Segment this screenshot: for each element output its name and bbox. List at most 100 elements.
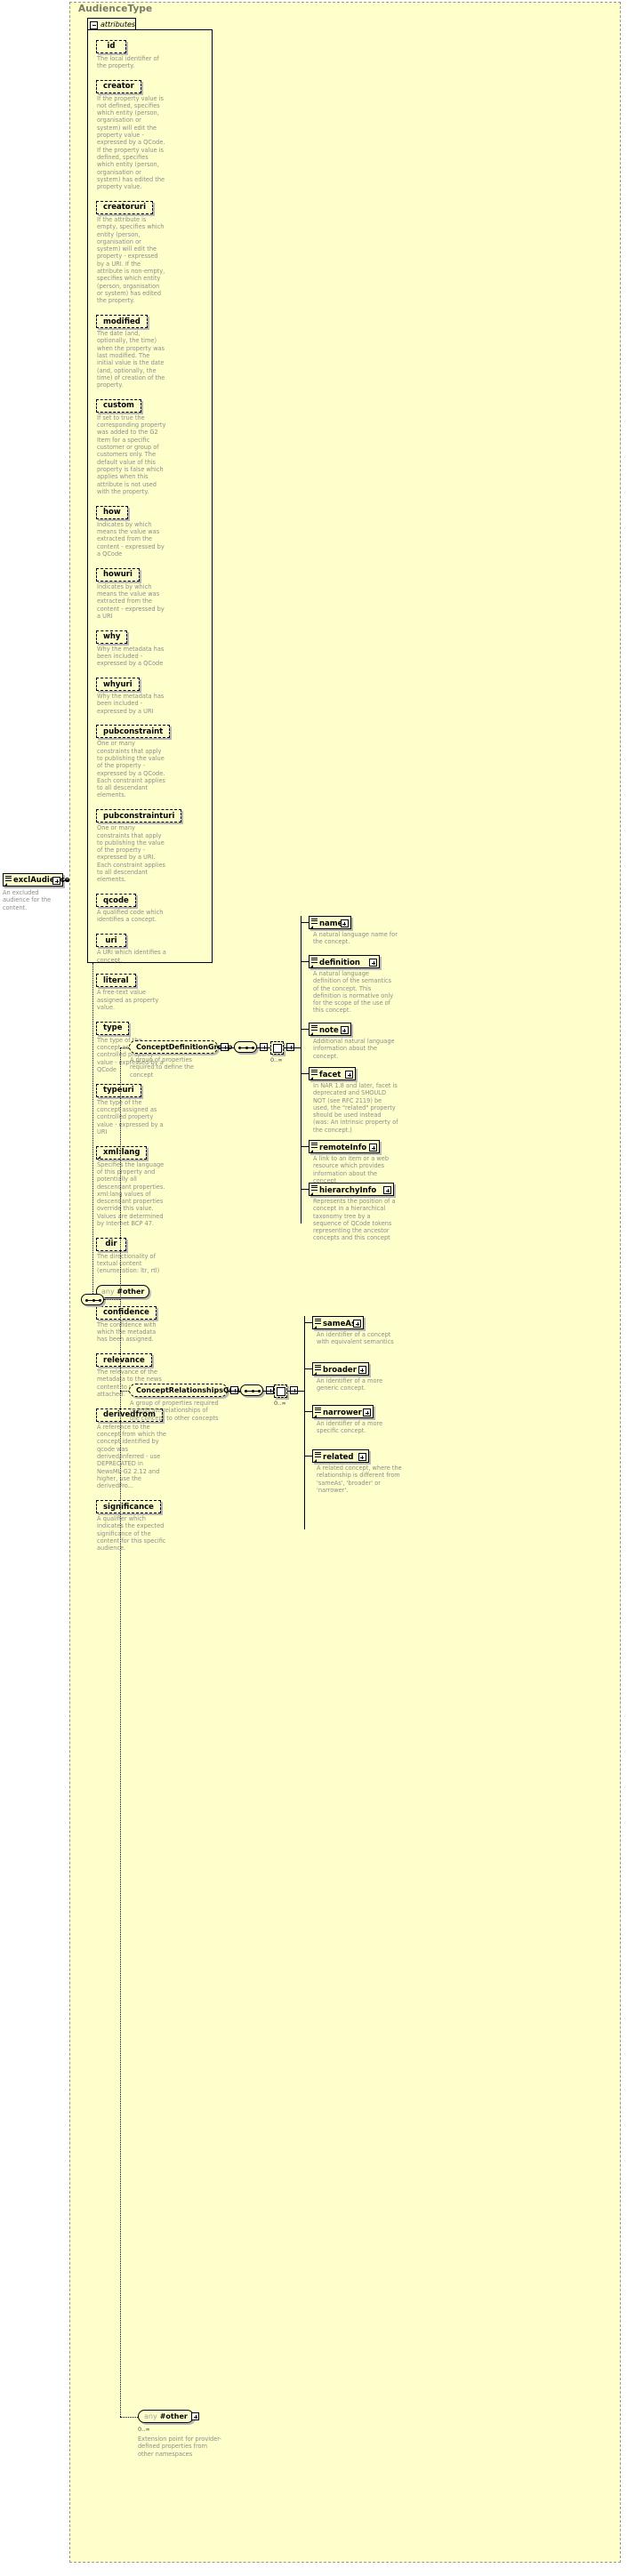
attribute-qcode[interactable]: qcodeA qualified code which identifies a…: [96, 889, 210, 924]
cardinality-any: 0..∞: [138, 2426, 150, 2433]
attribute-chip[interactable]: dir: [96, 1238, 126, 1251]
element-sameAs[interactable]: sameAs: [312, 1316, 364, 1329]
element-note[interactable]: note: [309, 1023, 351, 1036]
element-definition-label: definition: [319, 959, 360, 967]
element-icon: [315, 1319, 321, 1326]
attribute-howuri[interactable]: howuriIndicates by which means the value…: [96, 563, 210, 620]
attribute-chip[interactable]: creatoruri: [96, 201, 153, 214]
sequence-node-crg[interactable]: [240, 1384, 263, 1396]
any-other-extension[interactable]: any #other: [138, 2410, 194, 2423]
attribute-chip[interactable]: type: [96, 1022, 129, 1035]
attribute-chip[interactable]: literal: [96, 974, 136, 987]
attribute-chip[interactable]: modified: [96, 315, 148, 328]
element-definition[interactable]: definition: [309, 955, 380, 968]
collapse-icon[interactable]: [90, 21, 98, 29]
attribute-confidence[interactable]: confidenceThe confidence with which the …: [96, 1301, 210, 1343]
choice-node-crg[interactable]: [274, 1384, 287, 1398]
attribute-chip[interactable]: significance: [96, 1500, 161, 1513]
attributes-body: id The local identifier of the property. c…: [87, 29, 213, 963]
element-icon: [311, 1185, 318, 1192]
element-remoteInfo[interactable]: remoteInfo: [309, 1140, 380, 1153]
sequence-node-main[interactable]: [81, 1294, 104, 1305]
attribute-doc: The date (and, optionally, the time) whe…: [97, 330, 166, 389]
group-ConceptDefinitionGroup[interactable]: ConceptDefinitionGroup: [129, 1040, 218, 1054]
attribute-chip[interactable]: relevance: [96, 1353, 152, 1367]
element-narrower[interactable]: narrower: [312, 1405, 374, 1418]
element-note-doc: Additional natural language information …: [313, 1038, 398, 1060]
element-note-label: note: [319, 1026, 339, 1035]
attribute-chip[interactable]: pubconstraint: [96, 725, 170, 738]
element-broader[interactable]: broader: [312, 1362, 369, 1376]
attribute-doc: If the property value is not defined, sp…: [97, 95, 166, 191]
connector-line: [257, 1047, 270, 1048]
expand-icon[interactable]: [341, 919, 349, 927]
attribute-doc: A URI which identifies a concept.: [97, 949, 166, 964]
attribute-pubconstrainturi[interactable]: pubconstrainturiOne or many constraints …: [96, 805, 210, 884]
expand-icon[interactable]: [191, 2412, 199, 2420]
attribute-chip[interactable]: why: [96, 630, 127, 644]
connector-line: [63, 880, 69, 881]
attribute-why[interactable]: whyWhy the metadata has been included - …: [96, 625, 210, 667]
connector-line: [120, 1047, 129, 1048]
attribute-chip[interactable]: howuri: [96, 568, 140, 582]
attribute-pubconstraint[interactable]: pubconstraintOne or many constraints tha…: [96, 720, 210, 799]
attribute-chip[interactable]: confidence: [96, 1306, 157, 1320]
attributes-tab[interactable]: attributes: [87, 18, 136, 30]
attribute-creator[interactable]: creator If the property value is not defi…: [96, 75, 210, 190]
attribute-whyuri[interactable]: whyuriWhy the metadata has been included…: [96, 673, 210, 715]
expand-icon[interactable]: [341, 1026, 349, 1034]
attribute-chip[interactable]: custom: [96, 399, 141, 413]
attribute-chip[interactable]: uri: [96, 934, 126, 947]
choice-node-cdg[interactable]: [270, 1041, 284, 1055]
expand-icon[interactable]: [358, 1453, 366, 1461]
expand-icon[interactable]: [383, 1186, 391, 1194]
sequence-node-cdg[interactable]: [234, 1041, 257, 1053]
attribute-chip[interactable]: creator: [96, 80, 141, 93]
choice-icon: [277, 1387, 285, 1396]
cardinality-cdg: 0..∞: [270, 1056, 283, 1063]
attribute-custom[interactable]: customIf set to true the corresponding p…: [96, 394, 210, 495]
attribute-how[interactable]: howIndicates by which means the value wa…: [96, 501, 210, 558]
expand-icon[interactable]: [353, 1320, 361, 1328]
attribute-typeuri[interactable]: typeuriThe type of the concept assigned …: [96, 1079, 210, 1136]
connector-line: [301, 1073, 309, 1074]
attribute-significance[interactable]: significanceA qualifier which indicates …: [96, 1496, 210, 1553]
expand-icon[interactable]: [52, 877, 60, 885]
expand-icon[interactable]: [369, 959, 377, 967]
attribute-xml-lang[interactable]: xml:langSpecifies the language of this p…: [96, 1141, 210, 1227]
attribute-modified[interactable]: modified The date (and, optionally, the t…: [96, 310, 210, 389]
expand-icon[interactable]: [345, 1071, 353, 1079]
expand-icon[interactable]: [358, 1366, 366, 1374]
element-related[interactable]: related: [312, 1449, 369, 1463]
attribute-uri[interactable]: uri A URI which identifies a concept.: [96, 929, 210, 964]
attribute-any-other[interactable]: any #other: [96, 1280, 210, 1299]
cardinality-crg: 0..∞: [274, 1400, 286, 1407]
attribute-chip[interactable]: qcode: [96, 894, 136, 907]
attribute-chip[interactable]: whyuri: [96, 678, 140, 691]
expand-icon[interactable]: [369, 1144, 377, 1152]
group-ConceptRelationshipsGroup[interactable]: ConceptRelationshipsGroup: [129, 1384, 228, 1397]
element-exclAudience[interactable]: exclAudience: [3, 873, 63, 887]
attribute-chip[interactable]: typeuri: [96, 1084, 141, 1097]
attribute-dir[interactable]: dirThe directionality of textual content…: [96, 1232, 210, 1274]
attribute-chip[interactable]: how: [96, 506, 128, 519]
connector-line: [304, 1456, 312, 1457]
element-icon: [315, 1365, 321, 1372]
element-related-doc: A related concept, where the relationshi…: [317, 1465, 402, 1494]
element-hierarchyInfo[interactable]: hierarchyInfo: [309, 1183, 394, 1196]
attribute-chip[interactable]: xml:lang: [96, 1146, 147, 1160]
attribute-id[interactable]: id The local identifier of the property.: [96, 35, 210, 69]
attribute-literal[interactable]: literalA free-text value assigned as pro…: [96, 969, 210, 1011]
expand-icon[interactable]: [363, 1408, 371, 1416]
attribute-doc: The local identifier of the property.: [97, 55, 166, 70]
attribute-chip[interactable]: id: [96, 40, 126, 53]
connector-line: [304, 1316, 305, 1529]
attribute-chip[interactable]: pubconstrainturi: [96, 809, 181, 823]
element-facet[interactable]: facet: [309, 1067, 356, 1080]
any-other-chip[interactable]: any #other: [96, 1285, 149, 1298]
connector-line: [287, 1391, 304, 1392]
element-icon: [5, 876, 12, 883]
connector-line: [301, 922, 309, 923]
element-name[interactable]: name: [309, 916, 351, 929]
attribute-creatoruri[interactable]: creatoruriIf the attribute is empty, spe…: [96, 196, 210, 304]
